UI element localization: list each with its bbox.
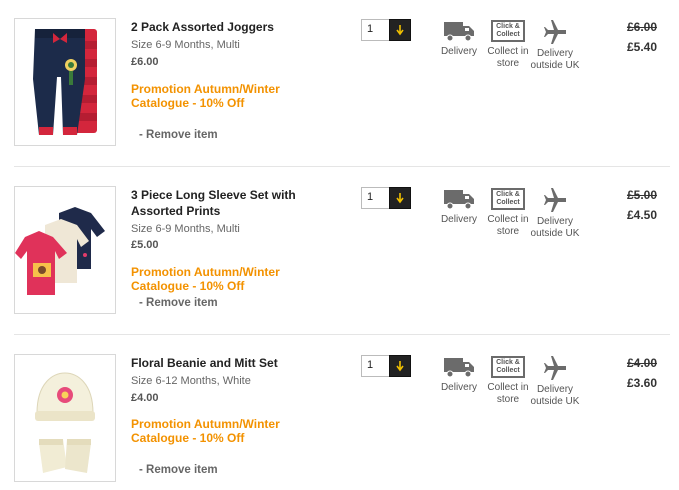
delivery-truck-icon — [444, 358, 474, 378]
product-image-beanie-mitt-set[interactable] — [14, 354, 116, 482]
click-collect-icon: Click & Collect — [491, 20, 525, 42]
original-price: £6.00 — [626, 20, 657, 34]
remove-item-link[interactable]: - Remove item — [139, 128, 218, 142]
promotion-text: Promotion Autumn/Winter Catalogue - 10% … — [131, 82, 280, 110]
product-image-joggers[interactable] — [14, 18, 116, 146]
discounted-price: £5.40 — [626, 40, 657, 54]
discounted-price: £4.50 — [626, 208, 657, 222]
remove-item-link[interactable]: - Remove item — [139, 296, 218, 310]
click-collect-badge-text: Click & Collect — [496, 191, 520, 206]
airplane-icon — [544, 188, 566, 212]
product-title[interactable]: 2 Pack Assorted Joggers — [131, 19, 331, 35]
delivery-truck-icon — [444, 190, 474, 210]
airplane-icon — [544, 356, 566, 380]
product-size: Size 6-12 Months, White — [131, 375, 251, 387]
quantity-value[interactable]: 1 — [361, 19, 389, 41]
delivery-label: Delivery — [440, 382, 478, 393]
product-unit-price: £6.00 — [131, 56, 159, 68]
row-divider — [14, 166, 670, 167]
original-price: £4.00 — [626, 356, 657, 370]
click-collect-icon: Click & Collect — [491, 356, 525, 378]
basket-item: 3 Piece Long Sleeve Set with Assorted Pr… — [0, 168, 679, 336]
click-collect-icon: Click & Collect — [491, 188, 525, 210]
original-price: £5.00 — [626, 188, 657, 202]
quantity-selector[interactable]: 1 — [361, 19, 411, 41]
product-unit-price: £4.00 — [131, 392, 159, 404]
basket-item: Floral Beanie and Mitt Set Size 6-12 Mon… — [0, 336, 679, 490]
quantity-dropdown-button[interactable] — [389, 187, 411, 209]
basket-item: 2 Pack Assorted Joggers Size 6-9 Months,… — [0, 0, 679, 168]
quantity-dropdown-button[interactable] — [389, 355, 411, 377]
delivery-label: Delivery — [440, 214, 478, 225]
delivery-label: Delivery — [440, 46, 478, 57]
product-title[interactable]: 3 Piece Long Sleeve Set with Assorted Pr… — [131, 187, 331, 219]
delivery-option: Delivery — [431, 20, 487, 58]
remove-item-link[interactable]: - Remove item — [139, 463, 218, 477]
outside-uk-label: Delivery outside UK — [530, 384, 580, 407]
airplane-icon — [544, 20, 566, 44]
delivery-outside-uk-option: Delivery outside UK — [527, 356, 583, 408]
promotion-text: Promotion Autumn/Winter Catalogue - 10% … — [131, 265, 280, 293]
promotion-text: Promotion Autumn/Winter Catalogue - 10% … — [131, 417, 280, 445]
quantity-selector[interactable]: 1 — [361, 187, 411, 209]
row-divider — [14, 334, 670, 335]
product-unit-price: £5.00 — [131, 239, 159, 251]
delivery-outside-uk-option: Delivery outside UK — [527, 20, 583, 72]
delivery-outside-uk-option: Delivery outside UK — [527, 188, 583, 240]
product-size: Size 6-9 Months, Multi — [131, 223, 240, 235]
delivery-option: Delivery — [431, 356, 487, 394]
product-image-long-sleeve-set[interactable] — [14, 186, 116, 314]
quantity-selector[interactable]: 1 — [361, 355, 411, 377]
outside-uk-label: Delivery outside UK — [530, 216, 580, 239]
arrow-down-icon — [396, 25, 404, 36]
click-collect-badge-text: Click & Collect — [496, 23, 520, 38]
delivery-truck-icon — [444, 22, 474, 42]
arrow-down-icon — [396, 193, 404, 204]
click-collect-badge-text: Click & Collect — [496, 359, 520, 374]
discounted-price: £3.60 — [626, 376, 657, 390]
quantity-value[interactable]: 1 — [361, 187, 389, 209]
outside-uk-label: Delivery outside UK — [530, 48, 580, 71]
product-size: Size 6-9 Months, Multi — [131, 39, 240, 51]
delivery-option: Delivery — [431, 188, 487, 226]
arrow-down-icon — [396, 361, 404, 372]
quantity-dropdown-button[interactable] — [389, 19, 411, 41]
product-title[interactable]: Floral Beanie and Mitt Set — [131, 355, 331, 371]
quantity-value[interactable]: 1 — [361, 355, 389, 377]
